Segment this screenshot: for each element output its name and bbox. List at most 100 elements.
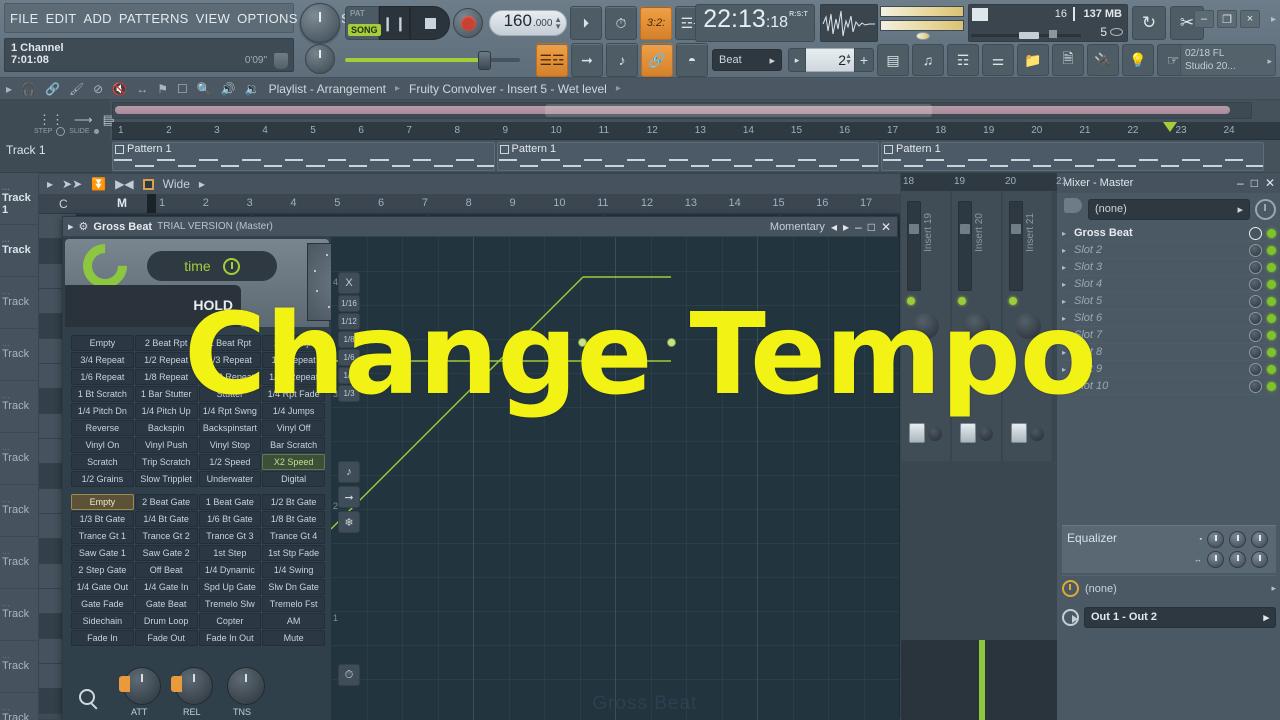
volume-preset-grid[interactable]: Empty 2 Beat Gate 1 Beat Gate 1/2 Bt Gate 1/… <box>71 494 325 646</box>
playlist-ruler[interactable]: 1 2 3 4 5 6 7 8 9 10 11 12 13 14 15 16 17 18 19 20 21 22 23 24 <box>112 122 1280 140</box>
preset-cell[interactable]: 1st Stp Fade <box>262 545 325 561</box>
menu-item-view[interactable]: VIEW <box>196 11 230 26</box>
time-display[interactable]: 22:13 :18 R:S:T <box>695 4 815 42</box>
preset-cell[interactable]: 1/4 Jumps <box>262 403 325 419</box>
refresh-button[interactable]: ↻ <box>1132 6 1166 40</box>
channel-rack-icon[interactable]: ☰☲ <box>536 43 568 77</box>
playlist-icon[interactable]: ➞ <box>571 43 603 77</box>
mono-icon[interactable]: 🔊 <box>221 82 236 96</box>
snap-1-4-button[interactable]: 1/4 <box>338 367 360 384</box>
preset-cell[interactable]: Backspin <box>134 420 198 436</box>
maximize-button[interactable]: ❐ <box>1217 10 1237 28</box>
play-tool-icon[interactable]: ➤➤ <box>62 177 82 191</box>
pattern-prev-button[interactable]: ▸ <box>788 48 806 72</box>
mixer-window-icon[interactable]: ⚌ <box>982 44 1014 76</box>
preset-cell[interactable]: Stutter <box>198 386 262 402</box>
paint-icon[interactable]: 🖌 <box>69 82 84 96</box>
mixer-slot-led-icon[interactable] <box>1267 330 1276 340</box>
preset-cell[interactable]: 1/4 Rpt Swng <box>198 403 262 419</box>
track-label[interactable]: ··· Track <box>0 485 38 537</box>
preset-cell[interactable]: 1/3 Bt Gate <box>71 511 134 527</box>
mixer-slot-led-icon[interactable] <box>1267 296 1276 306</box>
strip-led-icon[interactable] <box>1009 297 1017 305</box>
preset-cell[interactable]: Underwater <box>198 471 262 487</box>
preset-cell[interactable]: 1/4 Repeat <box>262 352 325 368</box>
snap-1-3-button[interactable]: 1/3 <box>338 385 360 402</box>
mixer-slot[interactable]: ▸ Slot 10 <box>1062 378 1276 395</box>
volume-fader[interactable] <box>909 423 925 443</box>
stop-button[interactable] <box>410 6 450 40</box>
mixer-slot-led-icon[interactable] <box>1267 313 1276 323</box>
playlist-window-icon[interactable]: ☶ <box>947 44 979 76</box>
preset-cell[interactable]: Sidechain <box>71 613 134 629</box>
preset-cell[interactable]: Reverse <box>71 420 134 436</box>
tension-knob[interactable] <box>227 667 265 705</box>
plugin-maximize-button[interactable]: □ <box>868 220 875 234</box>
expand-icon[interactable]: ▸ <box>6 82 12 96</box>
preset-cell[interactable]: Empty <box>71 494 134 510</box>
mixer-slot[interactable]: ▸ Slot 7 <box>1062 327 1276 344</box>
preset-cell[interactable]: 1/2 Bt Rpt <box>262 335 325 351</box>
expand-icon[interactable]: ▸ <box>47 177 53 191</box>
menu-item-options[interactable]: OPTIONS <box>237 11 298 26</box>
browser-icon[interactable]: 📁 <box>1017 44 1049 76</box>
strip-knob[interactable] <box>979 427 993 441</box>
preset-cell[interactable]: 1/4 Pitch Dn <box>71 403 134 419</box>
mixer-slot[interactable]: ▸ Slot 8 <box>1062 344 1276 361</box>
step-knob[interactable] <box>56 126 66 136</box>
preset-cell[interactable]: 1/8 Repeat <box>134 369 198 385</box>
eq-low-freq-knob[interactable] <box>1207 551 1224 568</box>
preset-cell[interactable]: 1/3 Repeat <box>198 352 262 368</box>
time-mode-button[interactable]: time <box>147 251 277 281</box>
preset-cell[interactable]: Vinyl Push <box>134 437 198 453</box>
mixer-titlebar[interactable]: Mixer - Master – □ ✕ <box>1057 173 1280 193</box>
track-label[interactable]: ··· Track 1 <box>0 173 38 225</box>
mixer-close-button[interactable]: ✕ <box>1265 176 1275 190</box>
link-icon[interactable]: 🔗 <box>641 43 673 77</box>
preset-cell[interactable]: 1/4 Bt Gate <box>134 511 198 527</box>
mixer-slot-knob[interactable] <box>1249 328 1262 342</box>
mixer-strip-20[interactable]: Insert 20 <box>952 191 1002 461</box>
master-pitch-knob[interactable] <box>305 44 335 74</box>
piano-roll-scale-label[interactable]: Wide <box>163 177 190 191</box>
preset-cell[interactable]: Drum Loop <box>134 613 198 629</box>
mixer-slot[interactable]: ▸ Slot 9 <box>1062 361 1276 378</box>
snap-mode-select[interactable]: Beat ▸ <box>712 49 782 71</box>
strip-knob[interactable] <box>928 427 942 441</box>
attack-knob[interactable] <box>119 667 161 705</box>
preset-cell[interactable]: Trance Gt 1 <box>71 528 134 544</box>
mixer-output-row[interactable]: Out 1 - Out 2 ▸ <box>1062 605 1276 629</box>
preset-cell[interactable]: Slw Dn Gate <box>262 579 325 595</box>
mixer-slot-led-icon[interactable] <box>1267 262 1276 272</box>
mixer-slot-led-icon[interactable] <box>1267 245 1276 255</box>
preset-next-icon[interactable]: ▸ <box>843 220 849 234</box>
pattern-song-toggle[interactable]: PAT SONG <box>345 6 381 40</box>
mixer-slot-led-icon[interactable] <box>1267 364 1276 374</box>
plugin-icon[interactable]: 🔌 <box>1087 44 1119 76</box>
track-label[interactable]: ··· Track <box>0 277 38 329</box>
zoom-icon[interactable] <box>79 689 95 705</box>
snap-1-12-button[interactable]: 1/12 <box>338 313 360 330</box>
snowflake-tool-icon[interactable]: ❄ <box>338 511 360 533</box>
tempo-spinner-icon[interactable]: ▲ ▼ <box>554 16 562 31</box>
wait-for-input-icon[interactable]: ⏱ <box>605 6 637 40</box>
preset-cell[interactable]: Trance Gt 4 <box>262 528 325 544</box>
strip-led-icon[interactable] <box>958 297 966 305</box>
pan-knob[interactable] <box>964 313 990 339</box>
mixer-slot[interactable]: ▸ Slot 4 <box>1062 276 1276 293</box>
pattern-number[interactable]: 2 ▲ ▼ <box>806 48 854 72</box>
preset-cell[interactable]: Spd Up Gate <box>198 579 262 595</box>
slide-tool-icon[interactable]: ♪ <box>338 461 360 483</box>
plugin-minimize-button[interactable]: – <box>855 220 862 234</box>
track-label[interactable]: ··· Track <box>0 329 38 381</box>
menu-item-file[interactable]: FILE <box>10 11 39 26</box>
eq-high-gain-knob[interactable] <box>1251 531 1268 548</box>
preset-cell[interactable]: 1/4 Pitch Up <box>134 403 198 419</box>
preset-cell[interactable]: Saw Gate 1 <box>71 545 134 561</box>
mixer-slot-knob[interactable] <box>1249 362 1262 376</box>
mixer-slot-led-icon[interactable] <box>1267 228 1276 238</box>
track-label[interactable]: ··· Track <box>0 433 38 485</box>
mixer-slot[interactable]: ▸ Slot 3 <box>1062 259 1276 276</box>
preset-cell[interactable]: 1/4 Swing <box>262 562 325 578</box>
snap-1-16-button[interactable]: 1/16 <box>338 295 360 312</box>
